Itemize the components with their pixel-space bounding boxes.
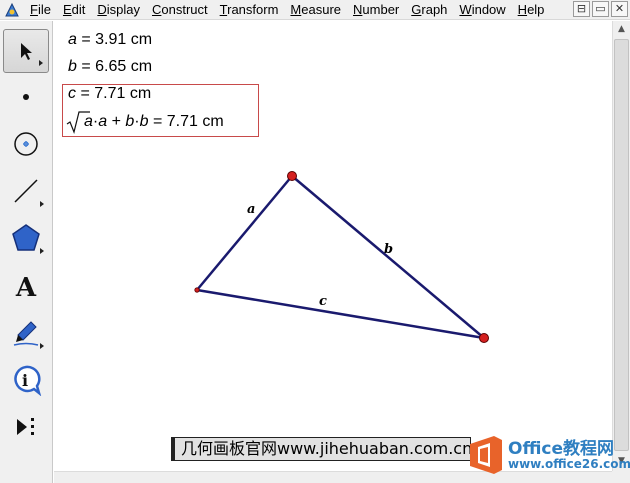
menu-transform[interactable]: Transform (214, 0, 285, 20)
menu-edit[interactable]: Edit (57, 0, 91, 20)
segment-a[interactable] (196, 175, 293, 291)
menu-graph[interactable]: Graph (405, 0, 453, 20)
scroll-up-arrow-icon[interactable]: ▲ (613, 21, 630, 38)
triangle-figure (194, 171, 489, 343)
submenu-indicator-icon (40, 248, 44, 254)
office-site-title: Office教程网 (508, 439, 615, 459)
svg-text:i: i (22, 371, 28, 390)
information-tool[interactable]: i (3, 358, 49, 402)
custom-tool[interactable] (3, 405, 49, 449)
menu-measure[interactable]: Measure (284, 0, 347, 20)
marker-pen-icon (13, 321, 39, 346)
menu-file[interactable]: File (24, 0, 57, 20)
segment-c[interactable] (196, 288, 485, 340)
straightedge-tool[interactable] (3, 169, 49, 213)
vertical-scroll-thumb[interactable] (614, 39, 629, 451)
minimize-button[interactable]: ⊟ (573, 1, 590, 17)
menu-bar: File Edit Display Construct Transform Me… (0, 0, 630, 20)
toolbox: A i (0, 21, 53, 483)
point-icon (23, 94, 29, 100)
compass-circle-icon (14, 132, 38, 156)
menu-window[interactable]: Window (453, 0, 511, 20)
sketch-canvas[interactable]: a = 3.91 cm b = 6.65 cm c = 7.71 cm a·a … (54, 21, 612, 471)
restore-button[interactable]: ▭ (592, 1, 609, 17)
marker-tool[interactable] (3, 311, 49, 355)
segment-c-label[interactable]: c (319, 294, 327, 309)
line-segment-icon (14, 179, 38, 203)
segment-b[interactable] (291, 175, 485, 339)
segment-b-label[interactable]: b (384, 242, 393, 257)
website-banner: 几何画板官网www.jihehuaban.com.cn (171, 437, 471, 461)
vertical-scrollbar[interactable]: ▲ ▼ (612, 21, 630, 471)
vertex-left-point[interactable] (194, 287, 200, 293)
text-tool[interactable]: A (3, 264, 49, 308)
segment-a-label[interactable]: a (247, 202, 255, 217)
app-icon[interactable] (4, 2, 20, 18)
menu-display[interactable]: Display (91, 0, 146, 20)
menu-help[interactable]: Help (512, 0, 551, 20)
submenu-indicator-icon (40, 201, 44, 207)
point-tool[interactable] (3, 75, 49, 119)
compass-tool[interactable] (3, 122, 49, 166)
polygon-icon (12, 224, 40, 251)
polygon-tool[interactable] (3, 216, 49, 260)
info-icon: i (14, 365, 42, 396)
menu-construct[interactable]: Construct (146, 0, 214, 20)
vertex-top-point[interactable] (287, 171, 297, 181)
submenu-indicator-icon (39, 60, 43, 66)
text-a-icon: A (15, 273, 37, 300)
vertex-right-point[interactable] (479, 333, 489, 343)
arrow-icon (21, 43, 32, 60)
menu-number[interactable]: Number (347, 0, 405, 20)
submenu-indicator-icon (40, 343, 44, 349)
close-button[interactable]: ✕ (611, 1, 628, 17)
window-controls: ⊟ ▭ ✕ (573, 1, 628, 17)
svg-text:A: A (15, 273, 37, 300)
custom-tools-icon (17, 418, 34, 435)
selection-arrow-tool[interactable] (3, 29, 49, 73)
office-site-url: www.office26.com (508, 457, 630, 471)
